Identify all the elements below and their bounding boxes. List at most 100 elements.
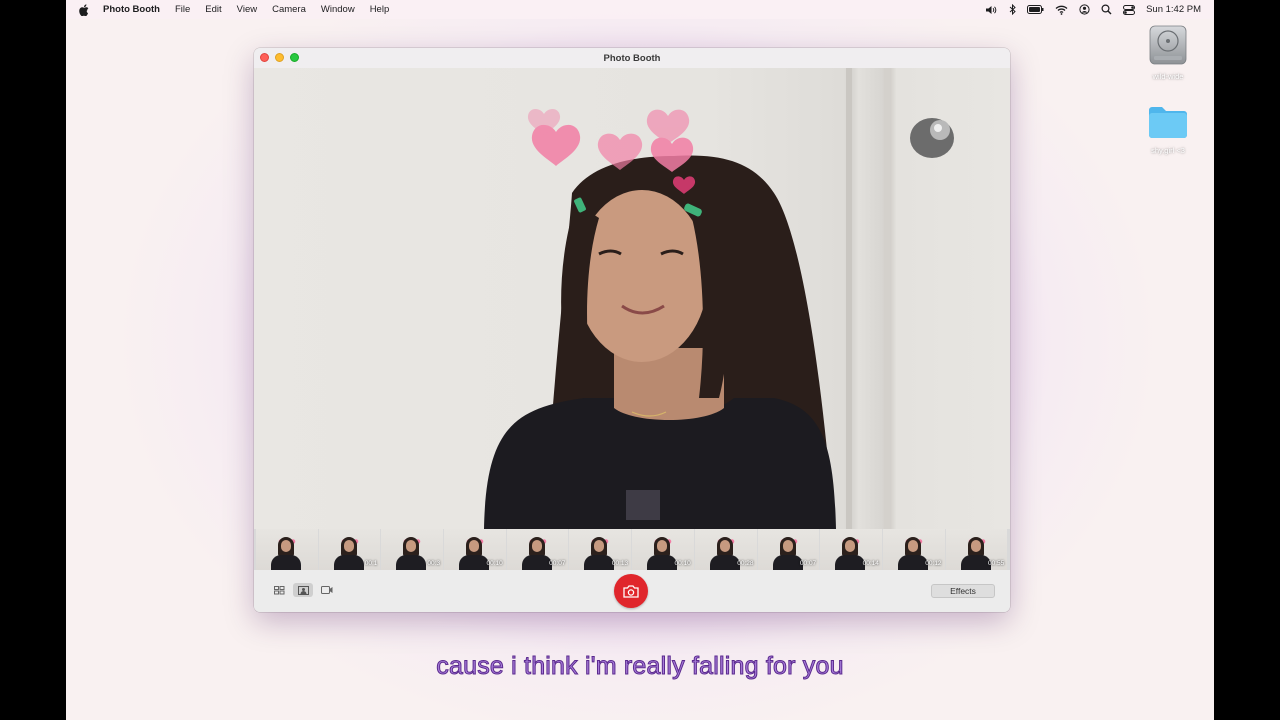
menu-clock[interactable]: Sun 1:42 PM: [1146, 4, 1201, 15]
desktop-drive[interactable]: wild-wide: [1138, 24, 1198, 81]
heart-effect-thumb: [466, 531, 484, 544]
bottom-toolbar: Effects: [254, 570, 1010, 612]
thumbnail-duration: 00:1: [364, 560, 378, 567]
heart-effect-thumb: [905, 531, 923, 544]
desktop-folder-label: shy.girl <3: [1151, 146, 1185, 155]
desktop-drive-label: wild-wide: [1152, 72, 1184, 81]
bluetooth-icon[interactable]: [1009, 4, 1016, 16]
traffic-lights: [260, 53, 299, 62]
minimize-window-button[interactable]: [275, 53, 284, 62]
camera-preview: [254, 68, 1010, 529]
heart-effect-thumb: [591, 531, 609, 544]
take-photo-button[interactable]: [614, 574, 648, 608]
filmstrip-thumbnail[interactable]: 00:3: [381, 529, 444, 570]
thumbnail-body: [396, 555, 427, 570]
heart-effect-thumb: [529, 531, 547, 544]
battery-icon[interactable]: [1027, 4, 1044, 16]
filmstrip-thumbnail[interactable]: 00:07: [506, 529, 569, 570]
thumbnail-body: [521, 555, 552, 570]
thumbnail-body: [647, 555, 678, 570]
menu-window[interactable]: Window: [321, 4, 355, 15]
window-title: Photo Booth: [603, 52, 661, 64]
door-knob: [910, 118, 954, 158]
menu-file[interactable]: File: [175, 4, 190, 15]
thumbnail-body: [459, 555, 490, 570]
thumbnail-face: [469, 540, 480, 552]
menu-bar: Photo Booth File Edit View Camera Window…: [66, 0, 1214, 19]
filmstrip-thumbnail[interactable]: 00:55: [945, 529, 1008, 570]
heart-effect-thumb: [403, 531, 421, 544]
heart-effect-thumb: [278, 531, 296, 544]
desktop: Photo Booth File Edit View Camera Window…: [66, 0, 1214, 720]
close-window-button[interactable]: [260, 53, 269, 62]
thumbnail-duration: 00:14: [862, 560, 879, 567]
filmstrip-thumbnail[interactable]: 00:14: [820, 529, 882, 570]
thumbnail-duration: 00:55: [987, 560, 1005, 567]
thumbnail-face: [970, 540, 981, 552]
thumbnail-body: [835, 555, 866, 570]
menu-edit[interactable]: Edit: [205, 4, 221, 15]
video-caption: cause i think i'm really falling for you: [436, 652, 844, 681]
camera-icon: [623, 584, 639, 598]
user-account-icon[interactable]: [1079, 4, 1090, 16]
control-center-icon[interactable]: [1123, 4, 1136, 16]
single-photo-mode-button[interactable]: [293, 583, 313, 597]
four-up-mode-button[interactable]: [269, 583, 289, 597]
menu-help[interactable]: Help: [370, 4, 390, 15]
thumbnail-body: [897, 555, 928, 570]
hard-drive-icon: [1149, 25, 1187, 65]
desktop-folder[interactable]: shy.girl <3: [1138, 104, 1198, 155]
menu-camera[interactable]: Camera: [272, 4, 306, 15]
photo-booth-window: Photo Booth 00:1 00:3 00:10 00:07 00:13 …: [254, 48, 1010, 612]
video-camera-icon: [321, 586, 333, 594]
filmstrip: 00:1 00:3 00:10 00:07 00:13 00:10 00:28 00:07 00…: [254, 529, 1010, 570]
window-titlebar[interactable]: Photo Booth: [254, 48, 1010, 68]
filmstrip-thumbnail[interactable]: 00:10: [444, 529, 506, 570]
filmstrip-thumbnail[interactable]: [256, 529, 318, 570]
video-mode-button[interactable]: [317, 583, 337, 597]
thumbnail-body: [584, 555, 615, 570]
photo-icon: [297, 585, 309, 595]
effects-button[interactable]: Effects: [931, 584, 995, 598]
heart-effect-thumb: [780, 531, 798, 544]
thumbnail-face: [782, 540, 793, 552]
thumbnail-duration: 00:12: [925, 560, 942, 567]
filmstrip-thumbnail[interactable]: 00:13: [569, 529, 632, 570]
heart-effect-thumb: [654, 531, 672, 544]
thumbnail-face: [907, 540, 918, 552]
camera-feed-image: [484, 68, 954, 529]
thumbnail-face: [531, 540, 542, 552]
filmstrip-thumbnail[interactable]: 00:07: [757, 529, 820, 570]
filmstrip-thumbnail[interactable]: 00:12: [882, 529, 945, 570]
thumbnail-face: [845, 540, 856, 552]
menu-app-name[interactable]: Photo Booth: [103, 4, 160, 15]
heart-effect-thumb: [842, 531, 860, 544]
capture-mode-selector: [269, 583, 337, 597]
grid-icon: [273, 585, 284, 594]
thumbnail-body: [960, 555, 991, 570]
volume-icon[interactable]: [985, 4, 998, 16]
thumbnail-duration: 00:10: [674, 560, 691, 567]
heart-effect-thumb: [968, 531, 986, 544]
status-menus: Sun 1:42 PM: [985, 4, 1201, 16]
heart-effect-thumb: [341, 531, 359, 544]
apple-menu-icon[interactable]: [79, 3, 93, 16]
wifi-icon[interactable]: [1055, 4, 1068, 16]
folder-icon: [1149, 107, 1187, 138]
thumbnail-duration: 00:07: [799, 560, 817, 567]
thumbnail-body: [772, 555, 803, 570]
zoom-window-button[interactable]: [290, 53, 299, 62]
filmstrip-thumbnail[interactable]: 00:28: [694, 529, 757, 570]
filmstrip-thumbnail[interactable]: 00:1: [318, 529, 381, 570]
thumbnail-face: [719, 540, 730, 552]
thumbnail-face: [343, 540, 354, 552]
spotlight-search-icon[interactable]: [1101, 4, 1112, 16]
thumbnail-body: [271, 555, 301, 570]
heart-effect-thumb: [717, 531, 735, 544]
thumbnail-duration: 00:10: [486, 560, 503, 567]
thumbnail-face: [281, 540, 291, 552]
filmstrip-thumbnail[interactable]: 00:10: [632, 529, 694, 570]
thumbnail-body: [333, 555, 364, 570]
thumbnail-duration: 00:07: [549, 560, 566, 567]
menu-view[interactable]: View: [237, 4, 257, 15]
